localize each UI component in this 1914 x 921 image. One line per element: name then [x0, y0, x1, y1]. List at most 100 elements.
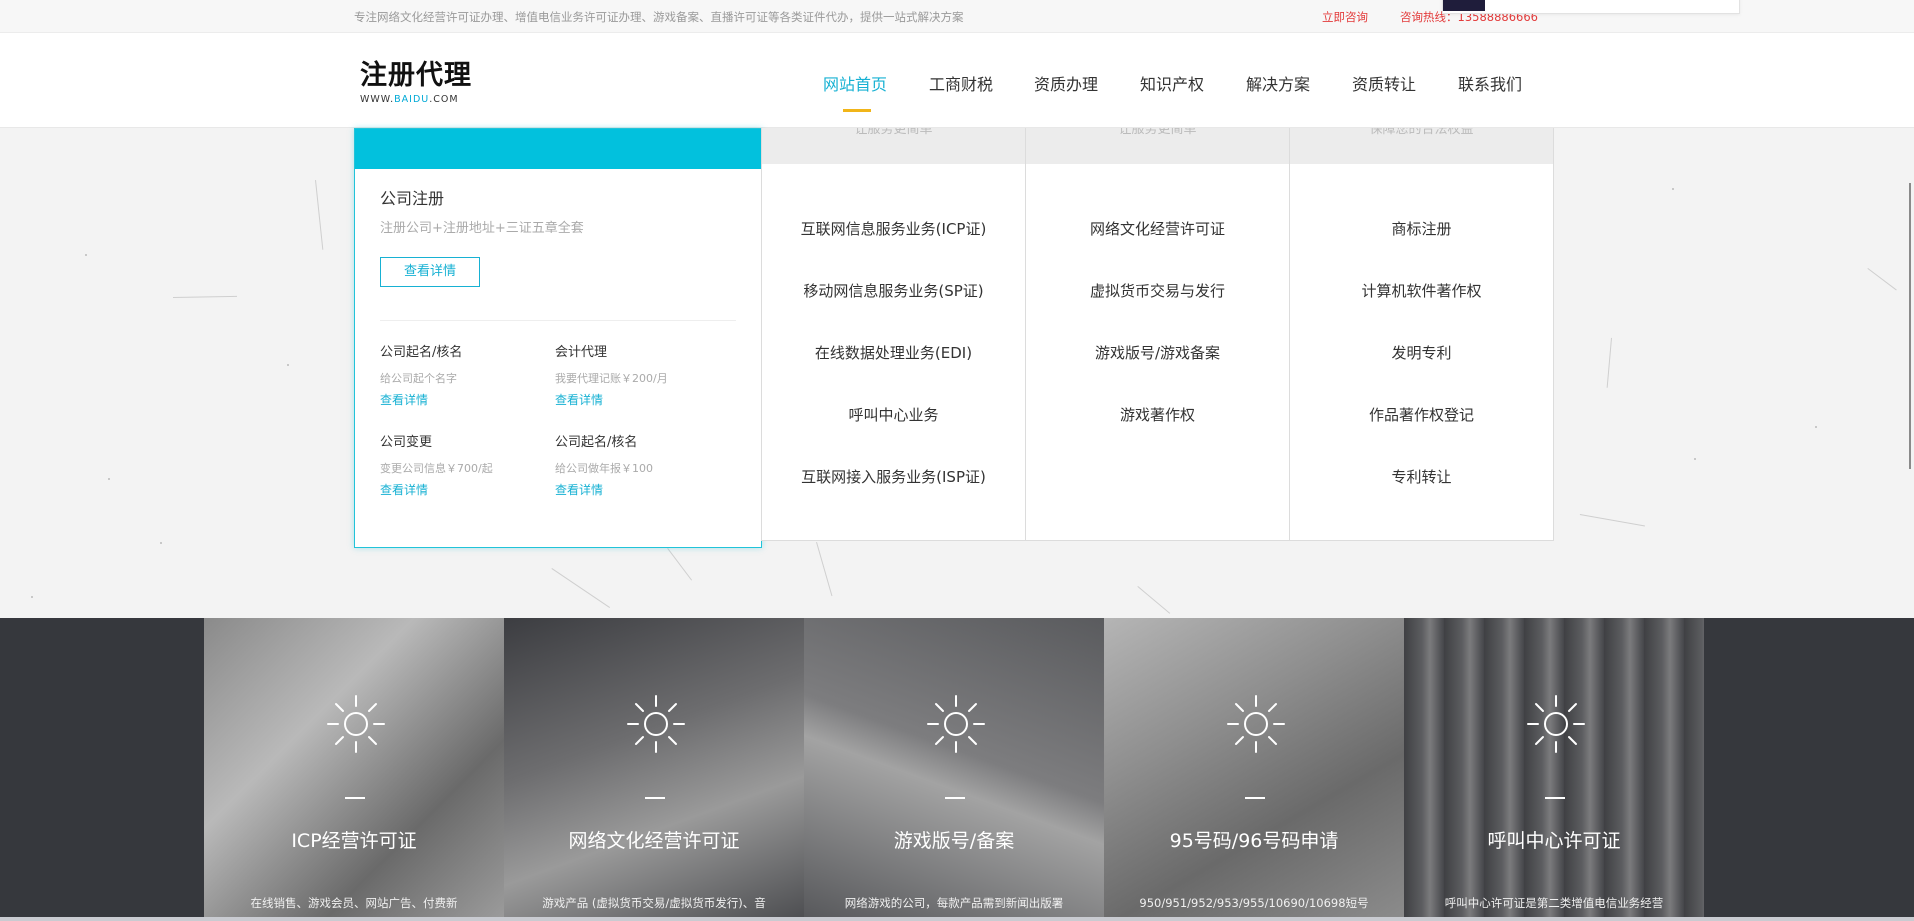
nav-solutions[interactable]: 解决方案	[1246, 71, 1310, 95]
service-item[interactable]: 作品著作权登记	[1290, 404, 1553, 425]
sub-item-desc: 给公司起个名字	[380, 372, 457, 385]
bg-dot	[1672, 188, 1674, 190]
sub-item-desc: 变更公司信息￥700/起	[380, 462, 493, 475]
card-top-band	[355, 129, 761, 169]
panel-game-license[interactable]: 游戏版号/备案 网络游戏的公司，每款产品需到新闻出版署	[804, 618, 1104, 921]
service-item[interactable]: 计算机软件著作权	[1290, 280, 1553, 301]
sub-item-company-change: 公司变更 变更公司信息￥700/起 查看详情	[380, 431, 550, 498]
panel-title: 网络文化经营许可证	[568, 830, 740, 852]
services-section: 公司注册 注册公司+注册地址+三证五章全套 查看详情 公司起名/核名 给公司起个…	[0, 128, 1914, 618]
service-item[interactable]: 游戏著作权	[1026, 404, 1289, 425]
panel-dash	[1545, 797, 1565, 799]
panel-desc: 游戏产品 (虚拟货币交易/虚拟货币发行)、音	[542, 896, 766, 910]
panel-dash	[345, 797, 365, 799]
sun-icon	[1527, 695, 1585, 753]
main-nav: 网站首页 工商财税 资质办理 知识产权 解决方案 资质转让 联系我们	[0, 71, 1914, 111]
service-item[interactable]: 网络文化经营许可证	[1026, 218, 1289, 239]
sub-item-annual-report: 公司起名/核名 给公司做年报￥100 查看详情	[555, 431, 725, 498]
card-desc: 注册公司+注册地址+三证五章全套	[380, 221, 584, 236]
service-item[interactable]: 互联网接入服务业务(ISP证)	[762, 466, 1025, 487]
sub-item-title: 会计代理	[555, 345, 608, 360]
bg-dot	[160, 542, 162, 544]
panel-title: 游戏版号/备案	[893, 830, 1015, 852]
nav-ip[interactable]: 知识产权	[1140, 71, 1204, 95]
nav-contact[interactable]: 联系我们	[1458, 71, 1522, 95]
service-item[interactable]: 商标注册	[1290, 218, 1553, 239]
bg-line	[667, 548, 693, 581]
panel-desc: 呼叫中心许可证是第二类增值电信业务经营	[1444, 896, 1664, 910]
service-column-ip: 保障您的合法权益 商标注册 计算机软件著作权 发明专利 作品著作权登记 专利转让	[1289, 128, 1554, 541]
card-title: 公司注册	[380, 189, 445, 208]
view-details-button[interactable]: 查看详情	[380, 257, 480, 287]
bg-line	[551, 568, 611, 608]
popup-thumbnail	[1443, 0, 1485, 11]
sub-item-accounting: 会计代理 我要代理记账￥200/月 查看详情	[555, 341, 725, 408]
panel-icp[interactable]: ICP经营许可证 在线销售、游戏会员、网站广告、付费新	[204, 618, 504, 921]
consult-now-link[interactable]: 立即咨询	[1322, 9, 1368, 25]
sub-item-title: 公司起名/核名	[380, 345, 463, 360]
panel-desc: 网络游戏的公司，每款产品需到新闻出版署	[844, 896, 1064, 910]
company-registration-card[interactable]: 公司注册 注册公司+注册地址+三证五章全套 查看详情 公司起名/核名 给公司起个…	[354, 128, 762, 548]
panel-95-96-number[interactable]: 95号码/96号码申请 950/951/952/953/955/10690/10…	[1104, 618, 1404, 921]
service-column-telecom: 让服务更简单 互联网信息服务业务(ICP证) 移动网信息服务业务(SP证) 在线…	[761, 128, 1026, 541]
column-header: 让服务更简单	[762, 128, 1025, 164]
sub-item-link[interactable]: 查看详情	[555, 481, 725, 498]
panel-dash	[645, 797, 665, 799]
panel-dash	[945, 797, 965, 799]
service-item[interactable]: 专利转让	[1290, 466, 1553, 487]
floating-popup[interactable]	[1442, 0, 1740, 14]
bg-line	[315, 180, 324, 250]
bg-line	[1606, 337, 1612, 388]
panel-title: ICP经营许可证	[291, 830, 417, 852]
nav-business-tax[interactable]: 工商财税	[929, 71, 993, 95]
panel-call-center[interactable]: 呼叫中心许可证 呼叫中心许可证是第二类增值电信业务经营	[1404, 618, 1704, 921]
bg-dot	[1815, 426, 1817, 428]
sub-item-link[interactable]: 查看详情	[380, 481, 550, 498]
scrollbar-thumb[interactable]	[1909, 183, 1911, 469]
bg-dot	[1694, 458, 1696, 460]
column-header-text: 让服务更简单	[1118, 128, 1197, 137]
service-item[interactable]: 呼叫中心业务	[762, 404, 1025, 425]
service-item[interactable]: 互联网信息服务业务(ICP证)	[762, 218, 1025, 239]
sun-icon	[927, 695, 985, 753]
column-header: 保障您的合法权益	[1290, 128, 1553, 164]
panel-photo	[204, 618, 504, 921]
feature-panels: ICP经营许可证 在线销售、游戏会员、网站广告、付费新 网络文化经营许可证 游戏…	[0, 618, 1914, 921]
sub-item-link[interactable]: 查看详情	[380, 391, 550, 408]
bg-dot	[85, 254, 87, 256]
sub-item-link[interactable]: 查看详情	[555, 391, 725, 408]
bg-dot	[287, 364, 289, 366]
service-item[interactable]: 移动网信息服务业务(SP证)	[762, 280, 1025, 301]
bg-line	[816, 542, 833, 597]
top-slogan: 专注网络文化经营许可证办理、增值电信业务许可证办理、游戏备案、直播许可证等各类证…	[354, 10, 964, 24]
bg-line	[173, 295, 238, 298]
sub-item-desc: 给公司做年报￥100	[555, 462, 653, 475]
panel-desc: 在线销售、游戏会员、网站广告、付费新	[250, 896, 458, 910]
bg-line	[1867, 268, 1897, 291]
sub-item-company-naming: 公司起名/核名 给公司起个名字 查看详情	[380, 341, 550, 408]
nav-qualification[interactable]: 资质办理	[1034, 71, 1098, 95]
service-item[interactable]: 游戏版号/游戏备案	[1026, 342, 1289, 363]
bg-dot	[31, 596, 33, 598]
service-item[interactable]: 发明专利	[1290, 342, 1553, 363]
panel-title: 呼叫中心许可证	[1487, 830, 1621, 852]
column-header-text: 保障您的合法权益	[1369, 128, 1474, 137]
panel-title: 95号码/96号码申请	[1169, 830, 1339, 852]
bottom-strip	[0, 917, 1914, 921]
nav-home[interactable]: 网站首页	[823, 71, 887, 95]
panel-photo	[1404, 618, 1704, 921]
service-item[interactable]: 在线数据处理业务(EDI)	[762, 342, 1025, 363]
panel-desc: 950/951/952/953/955/10690/10698短号	[1139, 896, 1369, 910]
column-header: 让服务更简单	[1026, 128, 1289, 164]
panel-culture-license[interactable]: 网络文化经营许可证 游戏产品 (虚拟货币交易/虚拟货币发行)、音	[504, 618, 804, 921]
panel-photo	[504, 618, 804, 921]
sub-item-desc: 我要代理记账￥200/月	[555, 372, 668, 385]
sun-icon	[327, 695, 385, 753]
panel-photo	[804, 618, 1104, 921]
card-divider	[380, 320, 736, 321]
nav-active-underline	[843, 109, 871, 112]
nav-transfer[interactable]: 资质转让	[1352, 71, 1416, 95]
panel-photo	[1104, 618, 1404, 921]
service-item[interactable]: 虚拟货币交易与发行	[1026, 280, 1289, 301]
sub-item-title: 公司变更	[380, 435, 433, 450]
